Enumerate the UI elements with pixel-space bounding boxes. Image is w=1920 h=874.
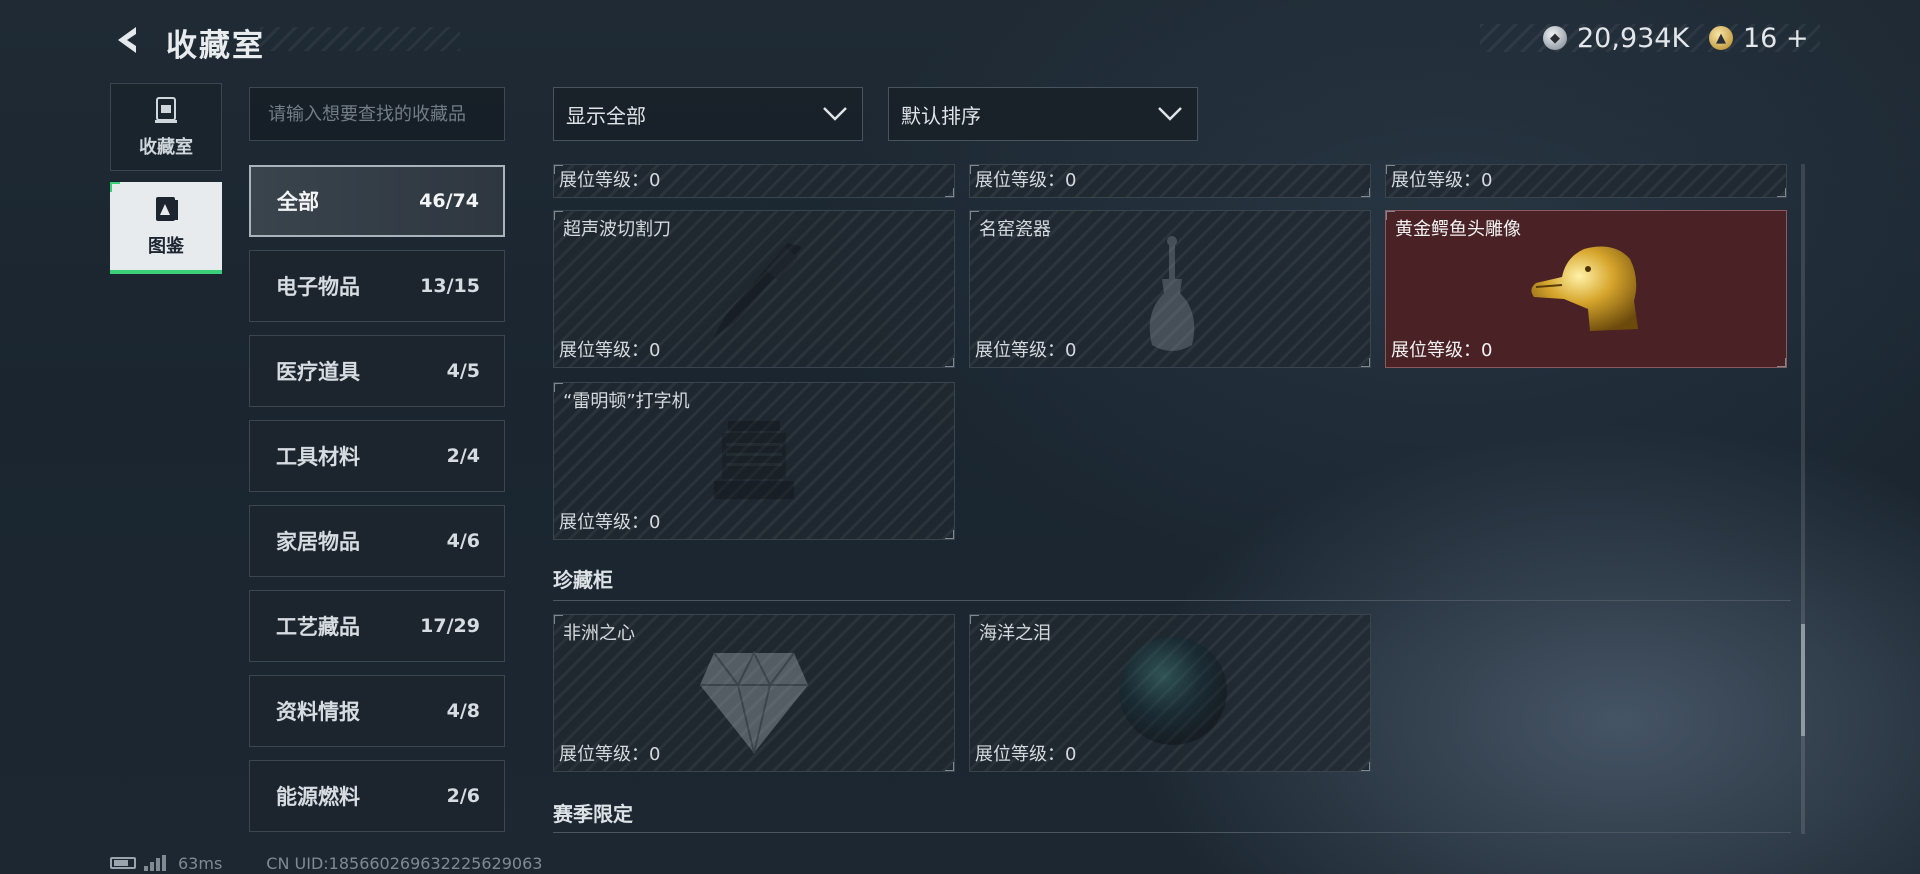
nav-catalog[interactable]: 图鉴 (110, 182, 222, 274)
typewriter-icon (714, 421, 794, 499)
trophy-icon (155, 97, 177, 123)
chevron-down-icon (823, 107, 847, 121)
silver-amount: 20,934K (1577, 22, 1690, 54)
item-level: 展位等级：0 (559, 744, 661, 765)
item-level: 展位等级：0 (559, 170, 661, 191)
category-name: 能源燃料 (276, 785, 360, 809)
scroll-thumb[interactable] (1801, 624, 1805, 736)
signal-icon (144, 855, 166, 871)
diamond-icon (700, 650, 808, 754)
item-level: 展位等级：0 (975, 340, 1077, 361)
user-uid: CN UID:18566026963222562906​3 (266, 853, 543, 873)
category-tools[interactable]: 工具材料 2/4 (249, 420, 505, 492)
category-count: 17/29 (420, 615, 480, 637)
item-card[interactable]: 超声波切割刀 展位等级：0 (553, 210, 955, 368)
item-level: 展位等级：0 (1391, 340, 1493, 361)
category-crafts[interactable]: 工艺藏品 17/29 (249, 590, 505, 662)
item-level: 展位等级：0 (975, 744, 1077, 765)
item-name: 非洲之心 (563, 623, 635, 644)
item-level: 展位等级：0 (975, 170, 1077, 191)
golden-crocodile-icon (1531, 246, 1638, 331)
item-card-partial[interactable]: 展位等级：0 (553, 164, 955, 198)
item-card[interactable]: 名窑瓷器 展位等级：0 (969, 210, 1371, 368)
category-household[interactable]: 家居物品 4/6 (249, 505, 505, 577)
item-name: 名窑瓷器 (979, 219, 1051, 240)
item-name: 超声波切割刀 (563, 219, 671, 240)
gold-amount: 16 + (1743, 22, 1809, 54)
back-icon[interactable] (110, 22, 146, 58)
item-name: 黄金鳄鱼头雕像 (1395, 219, 1521, 240)
chevron-down-icon (1158, 107, 1182, 121)
section-divider (553, 832, 1791, 833)
item-level: 展位等级：0 (559, 512, 661, 533)
item-card-partial[interactable]: 展位等级：0 (1385, 164, 1787, 198)
category-fuel[interactable]: 能源燃料 2/6 (249, 760, 505, 832)
display-filter-value: 显示全部 (566, 103, 646, 128)
ping-value: 63ms (178, 853, 223, 873)
silver-coin-icon: ◆ (1543, 26, 1567, 50)
category-name: 家居物品 (276, 530, 360, 554)
item-level: 展位等级：0 (1391, 170, 1493, 191)
category-name: 全部 (277, 190, 319, 214)
item-card[interactable]: 海洋之泪 展位等级：0 (969, 614, 1371, 772)
category-count: 4/5 (446, 360, 480, 382)
category-medical[interactable]: 医疗道具 4/5 (249, 335, 505, 407)
section-divider (553, 600, 1791, 601)
scrollbar[interactable] (1801, 164, 1805, 834)
currency-silver: ◆ 20,934K (1543, 21, 1689, 55)
item-name: “雷明顿”打字机 (563, 391, 690, 412)
sort-value: 默认排序 (901, 103, 981, 128)
category-count: 4/6 (446, 530, 480, 552)
category-name: 电子物品 (276, 275, 360, 299)
gold-coin-icon: ▲ (1709, 26, 1733, 50)
item-card-partial[interactable]: 展位等级：0 (969, 164, 1371, 198)
category-name: 工艺藏品 (276, 615, 360, 639)
category-electronics[interactable]: 电子物品 13/15 (249, 250, 505, 322)
gem-icon (1119, 637, 1227, 745)
category-count: 2/4 (446, 445, 480, 467)
category-intel[interactable]: 资料情报 4/8 (249, 675, 505, 747)
search-input[interactable] (249, 87, 505, 141)
nav-collection-room[interactable]: 收藏室 (110, 83, 222, 171)
section-title: 赛季限定 (553, 802, 633, 826)
category-name: 资料情报 (276, 700, 360, 724)
display-filter-dropdown[interactable]: 显示全部 (553, 87, 863, 141)
sort-dropdown[interactable]: 默认排序 (888, 87, 1198, 141)
currency-gold[interactable]: ▲ 16 + (1709, 21, 1809, 55)
battery-icon (110, 857, 136, 869)
category-name: 医疗道具 (276, 360, 360, 384)
item-level: 展位等级：0 (559, 340, 661, 361)
nav-label: 图鉴 (148, 236, 184, 257)
section-title: 珍藏柜 (553, 568, 613, 592)
item-name: 海洋之泪 (979, 623, 1051, 644)
vase-icon (1149, 236, 1195, 351)
category-count: 4/8 (446, 700, 480, 722)
category-name: 工具材料 (276, 445, 360, 469)
collection-grid[interactable]: 展位等级：0 展位等级：0 展位等级：0 超声波切割刀 展位等级：0 名窑瓷器 … (553, 164, 1793, 834)
status-footer: 63ms CN UID:18566026963222562906​3 (110, 852, 542, 874)
catalog-icon (156, 197, 178, 221)
item-card-owned[interactable]: 黄金鳄鱼头雕像 展位等级：0 (1385, 210, 1787, 368)
page-title: 收藏室 (166, 28, 265, 64)
title-decoration (260, 27, 460, 51)
knife-icon (714, 243, 802, 337)
item-card[interactable]: 非洲之心 展位等级：0 (553, 614, 955, 772)
category-count: 46/74 (419, 190, 479, 212)
category-count: 2/6 (446, 785, 480, 807)
category-count: 13/15 (420, 275, 480, 297)
category-all[interactable]: 全部 46/74 (249, 165, 505, 237)
item-card[interactable]: “雷明顿”打字机 展位等级：0 (553, 382, 955, 540)
nav-label: 收藏室 (139, 137, 193, 158)
